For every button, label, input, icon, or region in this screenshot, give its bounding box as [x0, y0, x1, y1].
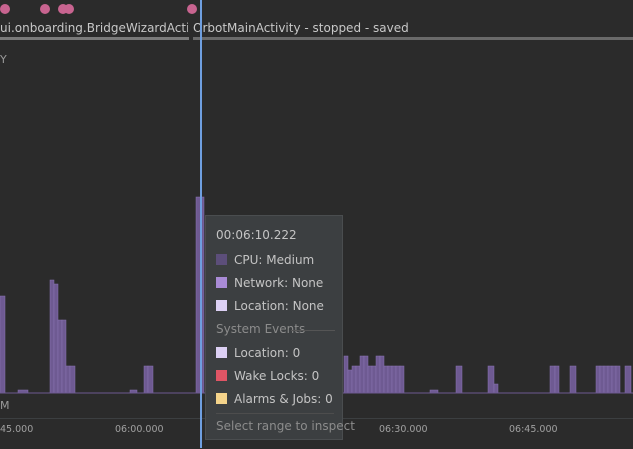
- energy-bar: [607, 365, 613, 394]
- divider: [291, 330, 335, 331]
- energy-bar: [599, 365, 605, 394]
- energy-bar: [147, 365, 154, 394]
- energy-bar: [455, 365, 463, 394]
- energy-bar: [615, 365, 621, 394]
- energy-bar: [57, 319, 63, 394]
- tooltip-row-label: CPU: Medium: [234, 253, 315, 267]
- energy-bar: [367, 365, 373, 394]
- location-swatch: [216, 300, 227, 311]
- location-event-swatch: [216, 347, 227, 358]
- energy-bar: [143, 365, 149, 394]
- network-swatch: [216, 277, 227, 288]
- energy-bar: [375, 355, 381, 394]
- tooltip-section-title: System Events: [216, 322, 306, 336]
- energy-bar: [391, 365, 397, 394]
- tooltip-row-label: Network: None: [234, 276, 324, 290]
- tooltip-timestamp: 00:06:10.222: [216, 228, 297, 242]
- tooltip-event-alarms-jobs: Alarms & Jobs: 0: [216, 392, 333, 406]
- energy-bar: [347, 369, 353, 394]
- tooltip-event-label: Alarms & Jobs: 0: [234, 392, 333, 406]
- energy-bar: [61, 319, 67, 394]
- energy-bar: [343, 355, 349, 394]
- alarm-swatch: [216, 393, 227, 404]
- energy-bar: [355, 365, 361, 394]
- axis-tick-label: 06:00.000: [115, 424, 164, 435]
- energy-bar: [371, 365, 377, 394]
- tooltip-event-label: Wake Locks: 0: [234, 369, 320, 383]
- tooltip-row-label: Location: None: [234, 299, 324, 313]
- timeline-cursor[interactable]: [200, 0, 202, 448]
- energy-bar: [383, 365, 389, 394]
- axis-tick-label: 06:45.000: [509, 424, 558, 435]
- energy-bar: [399, 365, 405, 394]
- tooltip-hint: Select range to inspect: [216, 419, 355, 433]
- energy-bar: [395, 365, 401, 394]
- energy-bar: [379, 355, 385, 394]
- tooltip-row-location: Location: None: [216, 299, 324, 313]
- energy-bar: [0, 295, 6, 394]
- energy-bar: [351, 365, 357, 394]
- energy-bar: [611, 365, 617, 394]
- energy-bar: [53, 283, 59, 394]
- energy-bar: [65, 365, 71, 394]
- energy-tooltip: 00:06:10.222 CPU: Medium Network: None L…: [205, 215, 355, 440]
- axis-tick-label: 06:30.000: [379, 424, 428, 435]
- memory-label: M: [0, 399, 10, 412]
- tooltip-row-cpu: CPU: Medium: [216, 253, 314, 267]
- tooltip-row-network: Network: None: [216, 276, 323, 290]
- divider: [216, 413, 334, 414]
- axis-tick-label: 45.000: [0, 424, 34, 435]
- energy-bar: [603, 365, 609, 394]
- energy-bar: [569, 365, 577, 394]
- tooltip-event-wake-locks: Wake Locks: 0: [216, 369, 319, 383]
- energy-bar: [487, 365, 495, 394]
- energy-bar: [359, 355, 365, 394]
- energy-bar: [493, 383, 499, 394]
- tooltip-event-label: Location: 0: [234, 346, 301, 360]
- energy-bar: [624, 365, 632, 394]
- energy-bar: [387, 365, 393, 394]
- tooltip-event-location: Location: 0: [216, 346, 300, 360]
- cpu-swatch: [216, 254, 227, 265]
- energy-bar: [49, 279, 55, 394]
- energy-bar: [595, 365, 601, 394]
- energy-bar: [549, 365, 556, 394]
- energy-bar: [69, 365, 76, 394]
- energy-bar: [554, 365, 560, 394]
- wake-lock-swatch: [216, 370, 227, 381]
- energy-bar: [363, 355, 369, 394]
